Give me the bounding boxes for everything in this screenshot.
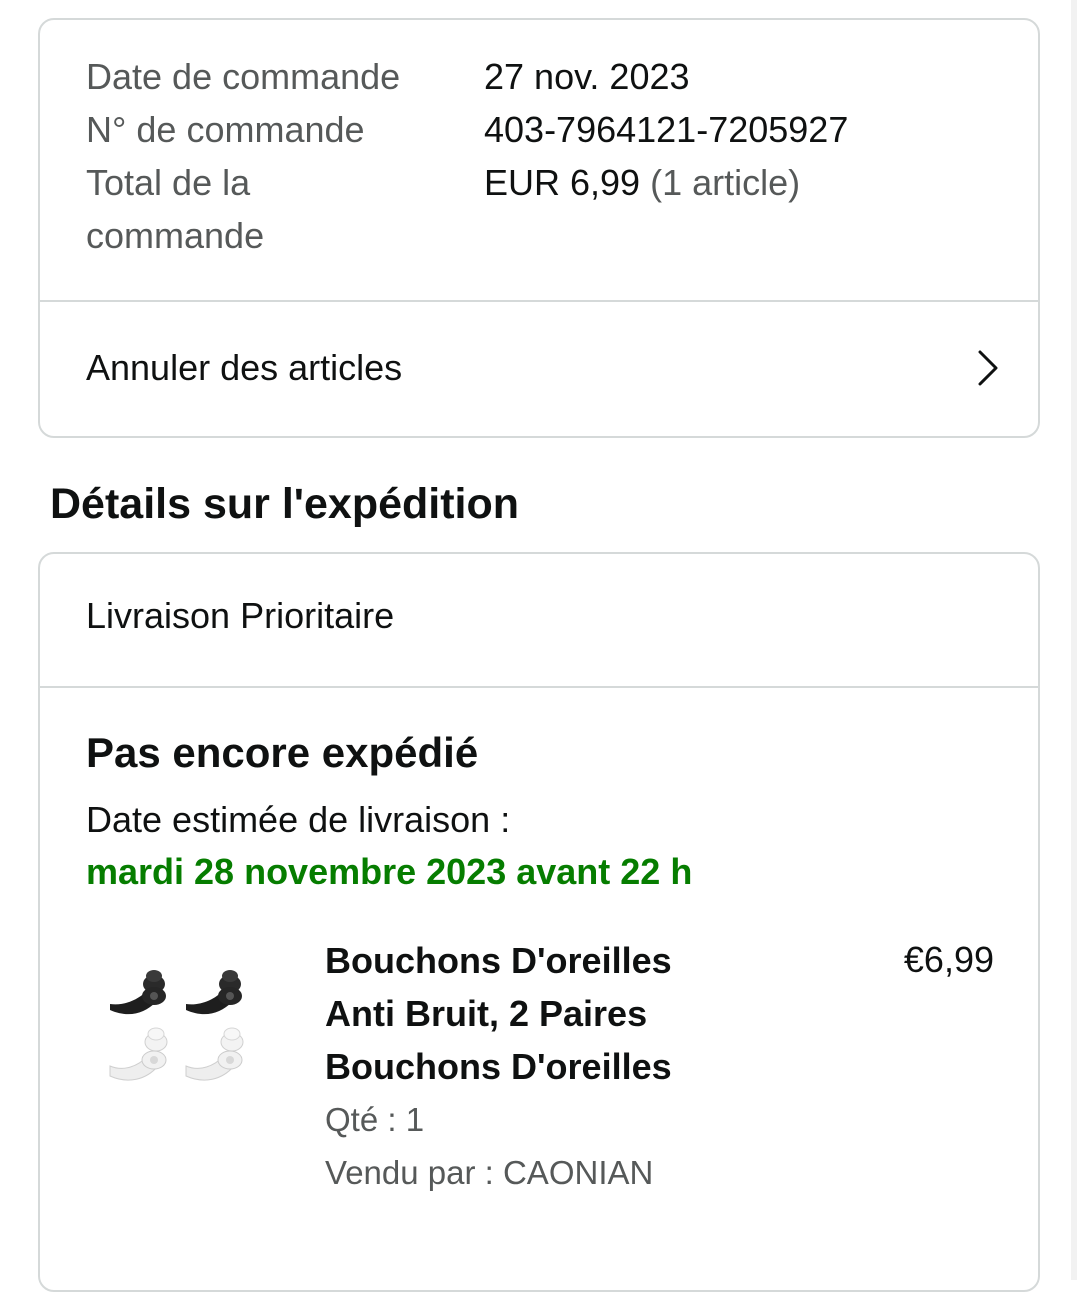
scrollbar-track bbox=[1071, 0, 1077, 1280]
product-title-line1: Bouchons D'oreilles bbox=[325, 940, 672, 981]
order-total-count: (1 article) bbox=[650, 162, 801, 203]
product-info: Bouchons D'oreilles Anti Bruit, 2 Paires… bbox=[325, 934, 825, 1199]
product-title-line2: Anti Bruit, 2 Paires bbox=[325, 993, 648, 1034]
order-number-value: 403-7964121-7205927 bbox=[484, 109, 849, 150]
product-seller: Vendu par : CAONIAN bbox=[325, 1154, 654, 1191]
order-total-amount: EUR 6,99 bbox=[484, 162, 641, 203]
order-summary-table: Date de commande 27 nov. 2023 N° de comm… bbox=[86, 50, 848, 262]
black-earplug-right bbox=[186, 970, 242, 1015]
shipment-divider bbox=[40, 686, 1038, 688]
shipping-details-title: Détails sur l'expédition bbox=[50, 480, 520, 528]
order-number-label: N° de commande bbox=[86, 109, 365, 150]
order-date-value: 27 nov. 2023 bbox=[484, 56, 690, 97]
shipment-status: Pas encore expédié bbox=[86, 729, 479, 776]
product-title-line3: Bouchons D'oreilles bbox=[325, 1046, 672, 1087]
cancel-items-button[interactable]: Annuler des articles bbox=[40, 304, 1038, 438]
white-earplug-left bbox=[109, 1027, 168, 1081]
product-quantity: Qté : 1 bbox=[325, 1101, 425, 1138]
earplugs-product-image[interactable] bbox=[104, 962, 264, 1100]
black-earplug-left bbox=[110, 970, 166, 1015]
order-summary-card: Date de commande 27 nov. 2023 N° de comm… bbox=[38, 18, 1040, 438]
estimated-delivery-date: mardi 28 novembre 2023 avant 22 h bbox=[86, 851, 693, 892]
order-total-label-line2: commande bbox=[86, 215, 265, 256]
white-earplug-right bbox=[185, 1027, 244, 1081]
order-total-value: EUR 6,99 (1 article) bbox=[484, 156, 800, 262]
order-total-label: Total de la commande bbox=[86, 156, 484, 262]
shipping-method: Livraison Prioritaire bbox=[86, 595, 395, 636]
product-title-link[interactable]: Bouchons D'oreilles Anti Bruit, 2 Paires… bbox=[325, 934, 825, 1093]
order-date-label: Date de commande bbox=[86, 56, 401, 97]
order-total-label-line1: Total de la bbox=[86, 162, 251, 203]
order-number-row: N° de commande 403-7964121-7205927 bbox=[86, 103, 848, 156]
order-total-row: Total de la commande EUR 6,99 (1 article… bbox=[86, 156, 848, 262]
shipment-card: Livraison Prioritaire Pas encore expédié… bbox=[38, 552, 1040, 1292]
order-date-row: Date de commande 27 nov. 2023 bbox=[86, 50, 848, 103]
estimated-delivery-label: Date estimée de livraison : bbox=[86, 799, 511, 840]
product-price: €6,99 bbox=[903, 939, 994, 980]
summary-divider bbox=[40, 300, 1038, 302]
chevron-right-icon bbox=[978, 350, 998, 386]
cancel-items-label: Annuler des articles bbox=[86, 347, 403, 388]
